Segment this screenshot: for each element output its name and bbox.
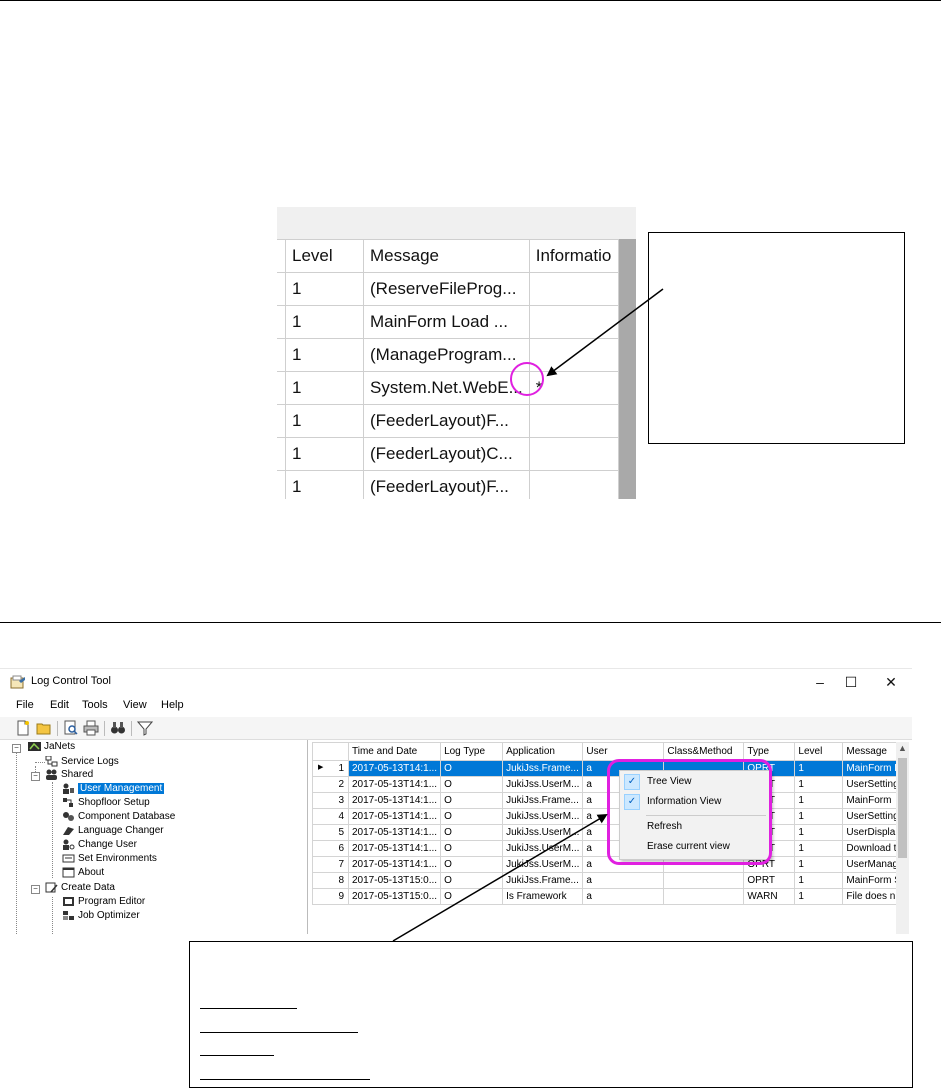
arrow-to-context-menu [392, 813, 608, 942]
arrow-to-asterisk [546, 288, 664, 377]
callout-arrows [392, 288, 664, 942]
